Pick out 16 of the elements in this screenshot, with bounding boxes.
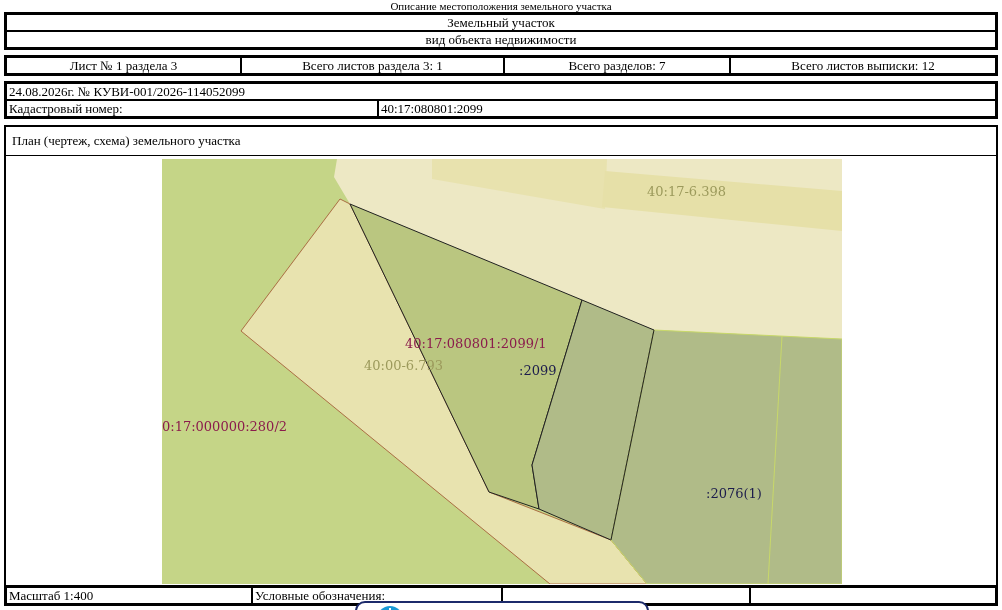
table-cell: Земельный участок bbox=[6, 14, 996, 31]
parcel-label: :2099 bbox=[519, 363, 557, 378]
table-cell: Всего разделов: 7 bbox=[504, 57, 730, 74]
table-cell: Масштаб 1:400 bbox=[6, 587, 252, 604]
table-cell: Кадастровый номер: bbox=[6, 100, 378, 117]
table-cell: Всего листов выписки: 12 bbox=[730, 57, 996, 74]
table-cell: Лист № 1 раздела 3 bbox=[6, 57, 241, 74]
section-title: План (чертеж, схема) земельного участка bbox=[6, 127, 996, 156]
table-cell: Всего листов раздела 3: 1 bbox=[241, 57, 504, 74]
parcel-label: 40:17-6.398 bbox=[647, 184, 727, 199]
table-cell: 40:17:080801:2099 bbox=[378, 100, 996, 117]
section-caption: Описание местоположения земельного участка bbox=[389, 0, 613, 12]
parcel-label: 0:17:000000:280/2 bbox=[162, 419, 288, 434]
table-cell: вид объекта недвижимости bbox=[6, 31, 996, 48]
parcel-label: :2076(1) bbox=[706, 486, 762, 501]
table-cell: 24.08.2026г. № КУВИ-001/2026-114052099 bbox=[6, 83, 996, 100]
